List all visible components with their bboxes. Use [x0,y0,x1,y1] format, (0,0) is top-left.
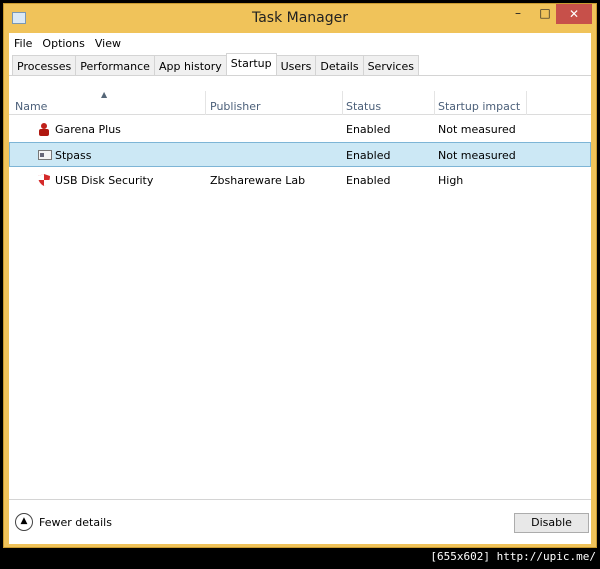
disable-button[interactable]: Disable [514,513,589,533]
menu-bar: File Options View [9,33,591,53]
column-divider[interactable] [205,91,206,115]
row-impact: Not measured [438,149,516,162]
column-divider[interactable] [434,91,435,115]
tab-services[interactable]: Services [362,55,419,75]
row-name: USB Disk Security [55,174,154,187]
row-name: Stpass [55,149,92,162]
row-impact: High [438,174,464,187]
tab-users[interactable]: Users [275,55,317,75]
row-status: Enabled [346,174,391,187]
menu-options[interactable]: Options [37,33,89,53]
menu-view[interactable]: View [90,33,126,53]
footer-divider [9,499,591,500]
chevron-up-icon: ▲ [15,513,33,531]
column-divider[interactable] [342,91,343,115]
application-icon [38,150,52,160]
column-divider[interactable] [526,91,527,115]
sort-ascending-icon: ▲ [101,90,108,99]
tab-performance[interactable]: Performance [75,55,155,75]
title-bar: Task Manager – □ ✕ [4,4,596,34]
row-name: Garena Plus [55,123,121,136]
table-row[interactable]: USB Disk Security Zbshareware Lab Enable… [9,168,591,193]
column-name[interactable]: Name [15,100,47,113]
row-status: Enabled [346,123,391,136]
table-row-selected[interactable]: Stpass Enabled Not measured [9,142,591,167]
column-publisher[interactable]: Publisher [210,100,261,113]
fewer-details-label: Fewer details [39,515,112,529]
column-header-row: ▲ Name Publisher Status Startup impact [9,90,591,115]
garena-icon [39,123,49,136]
row-publisher: Zbshareware Lab [210,174,306,187]
task-manager-window: Task Manager – □ ✕ File Options View Pro… [3,3,597,548]
maximize-button[interactable]: □ [534,6,556,26]
row-impact: Not measured [438,123,516,136]
shield-icon [38,174,50,186]
table-row[interactable]: Garena Plus Enabled Not measured [9,117,591,142]
row-status: Enabled [346,149,391,162]
menu-file[interactable]: File [9,33,37,53]
minimize-button[interactable]: – [507,6,529,26]
tab-startup[interactable]: Startup [225,53,277,75]
column-startup-impact[interactable]: Startup impact [438,100,520,113]
fewer-details-button[interactable]: ▲ Fewer details [15,513,112,531]
client-area: File Options View Processes Performance … [9,33,591,544]
tab-processes[interactable]: Processes [12,55,77,75]
close-button[interactable]: ✕ [556,4,592,24]
watermark: [655x602] http://upic.me/ [430,550,596,563]
tab-bar: Processes Performance App history Startu… [9,53,591,76]
tab-app-history[interactable]: App history [153,55,227,75]
tab-details[interactable]: Details [315,55,364,75]
column-status[interactable]: Status [346,100,381,113]
